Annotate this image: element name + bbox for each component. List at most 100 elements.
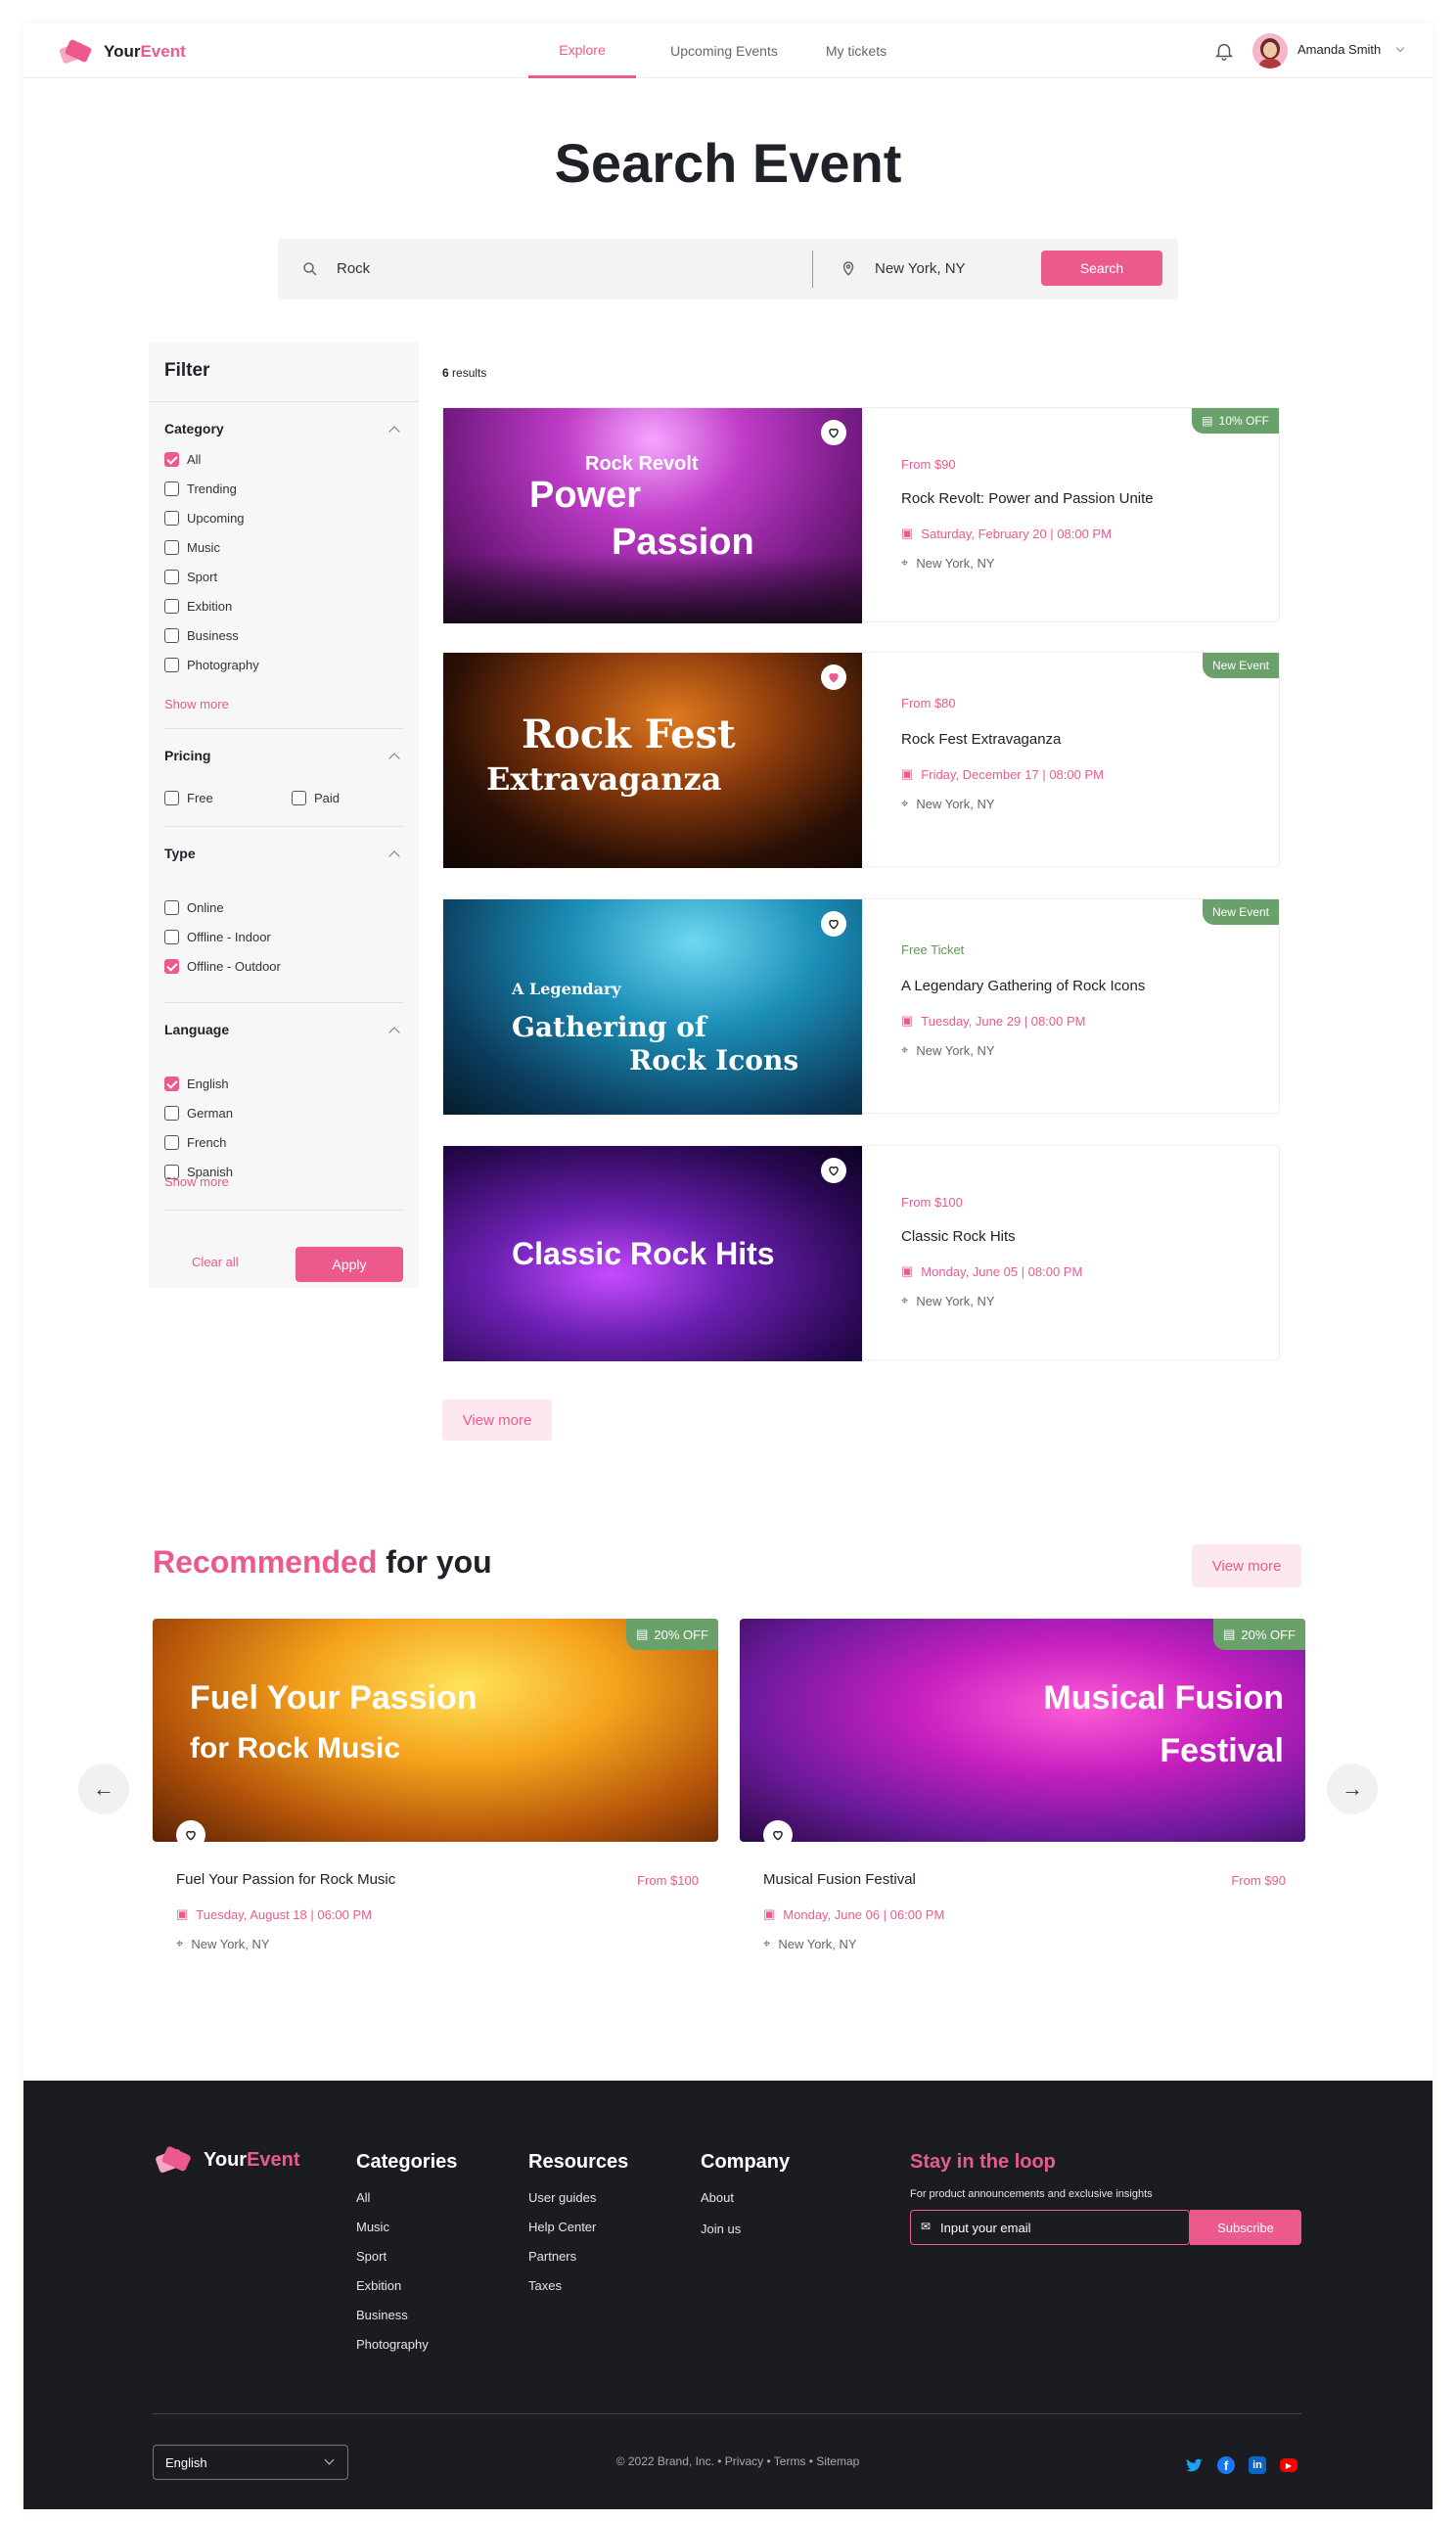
footer-link[interactable]: Photography: [356, 2337, 429, 2352]
language-show-more[interactable]: Show more: [164, 1174, 229, 1189]
event-image[interactable]: Rock Fest Extravaganza: [443, 653, 862, 868]
checkbox-music[interactable]: Music: [164, 540, 220, 555]
event-card[interactable]: Rock Revolt Power Passion ▤ 10% OFF From …: [442, 407, 1280, 623]
search-input[interactable]: Rock: [337, 260, 370, 277]
event-image[interactable]: Fuel Your Passion for Rock Music ▤ 20% OF…: [153, 1619, 718, 1842]
checkbox-box[interactable]: [164, 791, 179, 805]
checkbox-box[interactable]: [164, 599, 179, 614]
checkbox-box[interactable]: [164, 658, 179, 672]
footer-link[interactable]: Exbition: [356, 2278, 401, 2293]
checkbox-all[interactable]: All: [164, 452, 201, 467]
checkbox-box[interactable]: [164, 628, 179, 643]
recommended-card[interactable]: Musical Fusion Festival ▤ 20% OFF Musical…: [740, 1619, 1305, 1971]
view-more-button[interactable]: View more: [442, 1399, 552, 1441]
heart-icon[interactable]: [821, 1158, 846, 1183]
subscribe-button[interactable]: Subscribe: [1190, 2210, 1301, 2245]
footer-link[interactable]: Taxes: [528, 2278, 562, 2293]
tab-explore[interactable]: Explore: [528, 23, 636, 78]
checkbox-box[interactable]: [164, 570, 179, 584]
checkbox-trending[interactable]: Trending: [164, 481, 237, 496]
checkbox-box[interactable]: [164, 1135, 179, 1150]
checkbox-french[interactable]: French: [164, 1135, 226, 1150]
checkbox-business[interactable]: Business: [164, 628, 239, 643]
event-image[interactable]: Classic Rock Hits: [443, 1146, 862, 1361]
footer-link[interactable]: Music: [356, 2220, 389, 2234]
checkbox-offline-outdoor[interactable]: Offline - Outdoor: [164, 959, 281, 974]
footer-link[interactable]: All: [356, 2190, 370, 2205]
footer-link[interactable]: Business: [356, 2308, 408, 2322]
carousel-next-button[interactable]: →: [1327, 1764, 1378, 1814]
chevron-up-icon[interactable]: [388, 850, 400, 862]
heart-icon[interactable]: [176, 1820, 205, 1842]
event-title[interactable]: Rock Revolt: Power and Passion Unite: [901, 490, 1154, 507]
footer-link[interactable]: Join us: [701, 2222, 741, 2236]
checkbox-box[interactable]: [164, 1106, 179, 1121]
heart-icon[interactable]: [821, 911, 846, 937]
event-card[interactable]: Classic Rock Hits From $100 Classic Rock…: [442, 1145, 1280, 1361]
checkbox-box[interactable]: [164, 481, 179, 496]
event-title[interactable]: Fuel Your Passion for Rock Music: [176, 1871, 395, 1888]
checkbox-box[interactable]: [164, 452, 179, 467]
linkedin-icon[interactable]: in: [1249, 2456, 1266, 2474]
checkbox-box[interactable]: [164, 959, 179, 974]
checkbox-box[interactable]: [164, 1077, 179, 1091]
checkbox-sport[interactable]: Sport: [164, 570, 217, 584]
carousel-prev-button[interactable]: ←: [78, 1764, 129, 1814]
checkbox-german[interactable]: German: [164, 1106, 233, 1121]
checkbox-upcoming[interactable]: Upcoming: [164, 511, 245, 526]
youtube-icon[interactable]: ▶: [1280, 2458, 1297, 2472]
checkbox-paid[interactable]: Paid: [292, 791, 340, 805]
checkbox-free[interactable]: Free: [164, 791, 213, 805]
recommended-card[interactable]: Fuel Your Passion for Rock Music ▤ 20% OF…: [153, 1619, 718, 1971]
event-title[interactable]: Musical Fusion Festival: [763, 1871, 916, 1888]
event-title[interactable]: Classic Rock Hits: [901, 1228, 1016, 1245]
chevron-up-icon[interactable]: [388, 1027, 400, 1038]
checkbox-box[interactable]: [292, 791, 306, 805]
email-field[interactable]: ✉ Input your email: [910, 2210, 1190, 2245]
category-show-more[interactable]: Show more: [164, 697, 229, 711]
location-input[interactable]: New York, NY: [875, 260, 966, 277]
checkbox-offline-indoor[interactable]: Offline - Indoor: [164, 930, 271, 944]
date-text: Monday, June 05 | 08:00 PM: [921, 1263, 1083, 1279]
facebook-icon[interactable]: f: [1217, 2456, 1235, 2474]
checkbox-english[interactable]: English: [164, 1077, 229, 1091]
heart-icon[interactable]: [763, 1820, 793, 1842]
event-image[interactable]: A Legendary Gathering of Rock Icons: [443, 899, 862, 1115]
footer-link[interactable]: About: [701, 2190, 734, 2205]
heart-icon[interactable]: [821, 420, 846, 445]
footer-brand-logo[interactable]: YourEvent: [153, 2143, 300, 2177]
user-name[interactable]: Amanda Smith: [1297, 42, 1381, 57]
tab-my-tickets[interactable]: My tickets: [812, 23, 900, 78]
chevron-up-icon[interactable]: [388, 753, 400, 764]
event-card[interactable]: Rock Fest Extravaganza New Event From $8…: [442, 652, 1280, 868]
search-button[interactable]: Search: [1041, 251, 1162, 286]
checkbox-box[interactable]: [164, 511, 179, 526]
bell-icon[interactable]: [1213, 40, 1235, 67]
event-card[interactable]: A Legendary Gathering of Rock Icons New …: [442, 898, 1280, 1115]
apply-button[interactable]: Apply: [296, 1247, 403, 1282]
tab-upcoming-events[interactable]: Upcoming Events: [656, 23, 793, 78]
chevron-up-icon[interactable]: [388, 426, 400, 437]
chevron-down-icon[interactable]: [1395, 43, 1405, 53]
footer-link[interactable]: User guides: [528, 2190, 596, 2205]
heart-icon[interactable]: [821, 665, 846, 690]
checkbox-exbition[interactable]: Exbition: [164, 599, 232, 614]
twitter-icon[interactable]: [1186, 2456, 1204, 2474]
event-image[interactable]: Musical Fusion Festival ▤ 20% OFF: [740, 1619, 1305, 1842]
brand-logo[interactable]: YourEvent: [57, 37, 186, 67]
checkbox-box[interactable]: [164, 900, 179, 915]
recommended-view-more-button[interactable]: View more: [1192, 1544, 1301, 1587]
checkbox-photography[interactable]: Photography: [164, 658, 259, 672]
checkbox-box[interactable]: [164, 540, 179, 555]
event-title[interactable]: A Legendary Gathering of Rock Icons: [901, 978, 1145, 994]
clear-all-button[interactable]: Clear all: [192, 1255, 239, 1269]
checkbox-online[interactable]: Online: [164, 900, 224, 915]
footer-link[interactable]: Partners: [528, 2249, 576, 2264]
event-title[interactable]: Rock Fest Extravaganza: [901, 731, 1061, 748]
event-image[interactable]: Rock Revolt Power Passion: [443, 408, 862, 623]
footer-link[interactable]: Sport: [356, 2249, 387, 2264]
footer-link[interactable]: Help Center: [528, 2220, 596, 2234]
language-select[interactable]: English: [153, 2445, 348, 2480]
checkbox-box[interactable]: [164, 930, 179, 944]
avatar[interactable]: [1252, 33, 1288, 69]
